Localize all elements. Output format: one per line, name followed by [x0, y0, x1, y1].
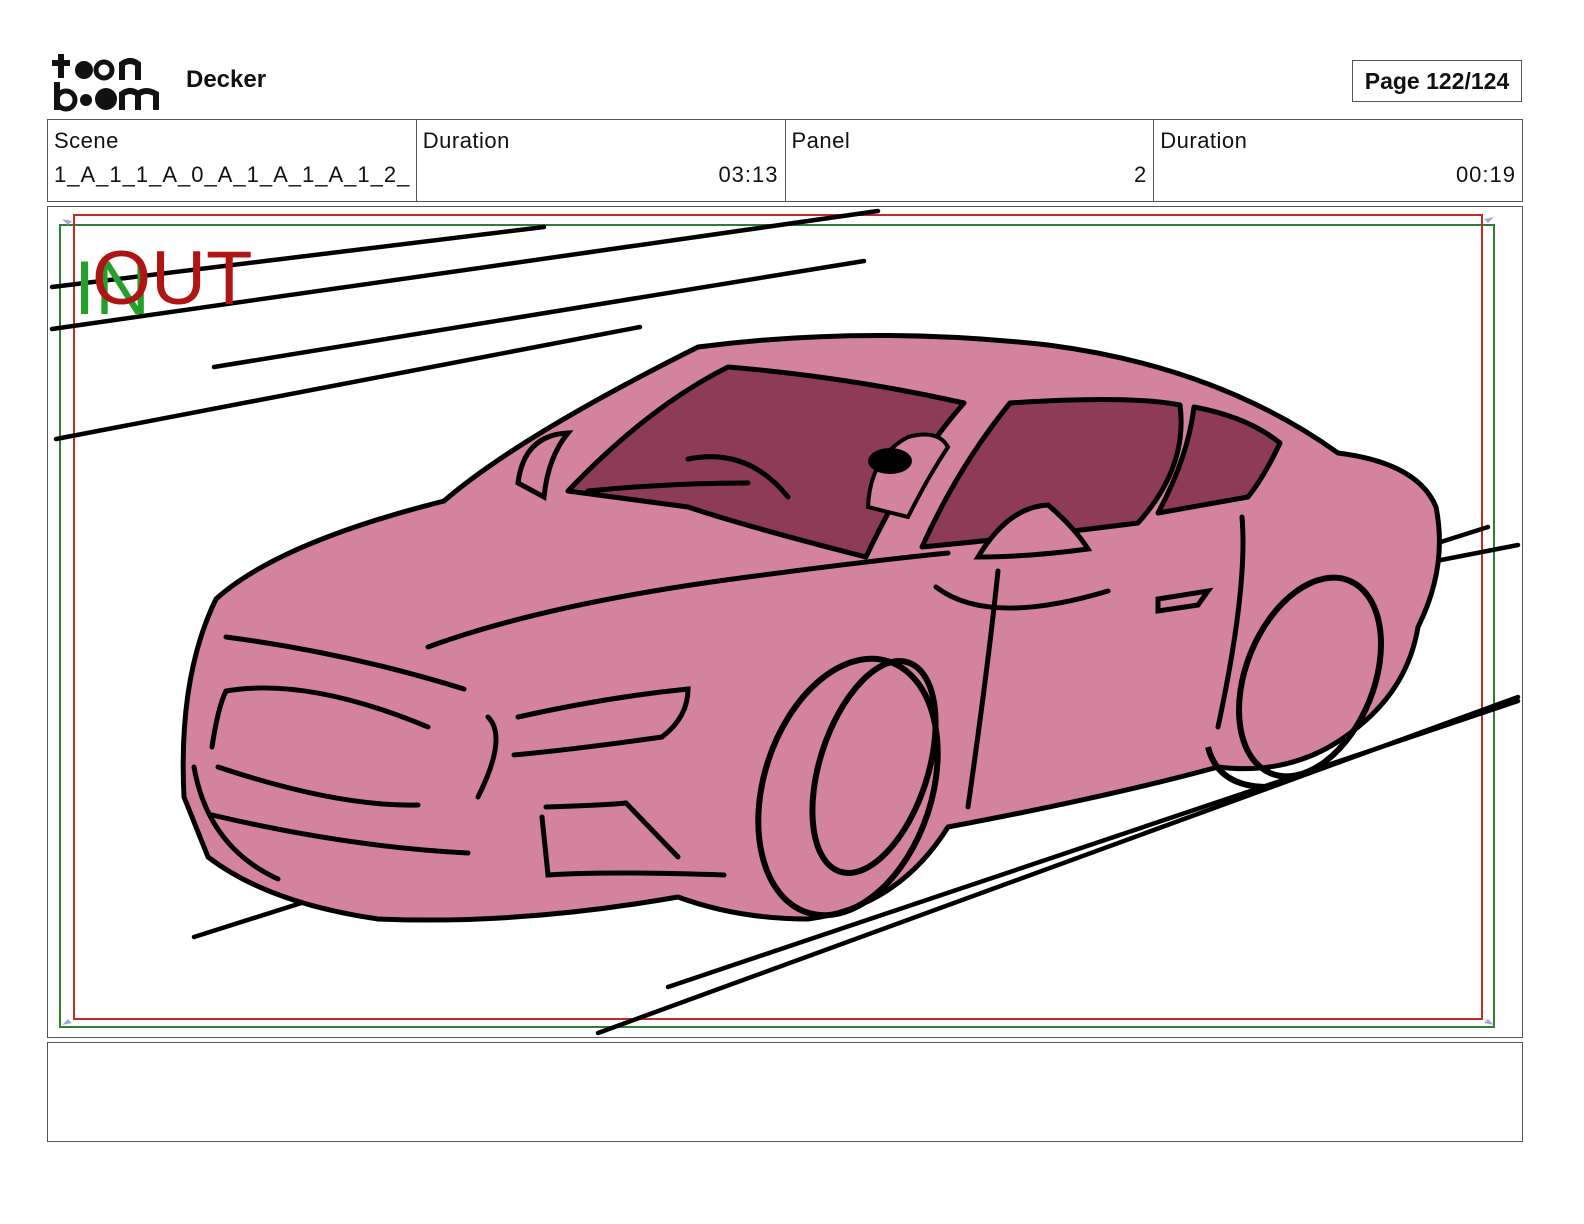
panel-duration-label: Duration — [1160, 128, 1248, 153]
panel-duration-value: 00:19 — [1455, 162, 1516, 187]
panel-notes-box[interactable] — [47, 1042, 1523, 1142]
scene-cell: Scene 1_A_1_1_A_0_A_1_A_1_A_1_2_ — [48, 120, 416, 201]
panel-duration-cell: Duration 00:19 — [1153, 120, 1522, 201]
toon-boom-logo — [52, 52, 164, 112]
page-indicator: Page 122/124 — [1352, 60, 1522, 102]
panel-value: 2 — [1134, 162, 1148, 187]
scene-info-table: Scene 1_A_1_1_A_0_A_1_A_1_A_1_2_ Duratio… — [47, 119, 1523, 202]
project-title: Decker — [186, 66, 267, 93]
panel-label: Panel — [791, 128, 851, 153]
out-marker: OUT — [92, 236, 253, 321]
scene-duration-value: 03:13 — [718, 162, 779, 187]
scene-duration-cell: Duration 03:13 — [415, 120, 785, 201]
scene-duration-label: Duration — [422, 128, 510, 153]
panel-cell: Panel 2 — [784, 120, 1154, 201]
panel-drawing — [49, 208, 1521, 1036]
storyboard-panel: IN OUT — [47, 206, 1523, 1038]
scene-label: Scene — [54, 128, 119, 153]
car-sketch — [180, 332, 1442, 923]
scene-value: 1_A_1_1_A_0_A_1_A_1_A_1_2_ — [54, 162, 411, 187]
